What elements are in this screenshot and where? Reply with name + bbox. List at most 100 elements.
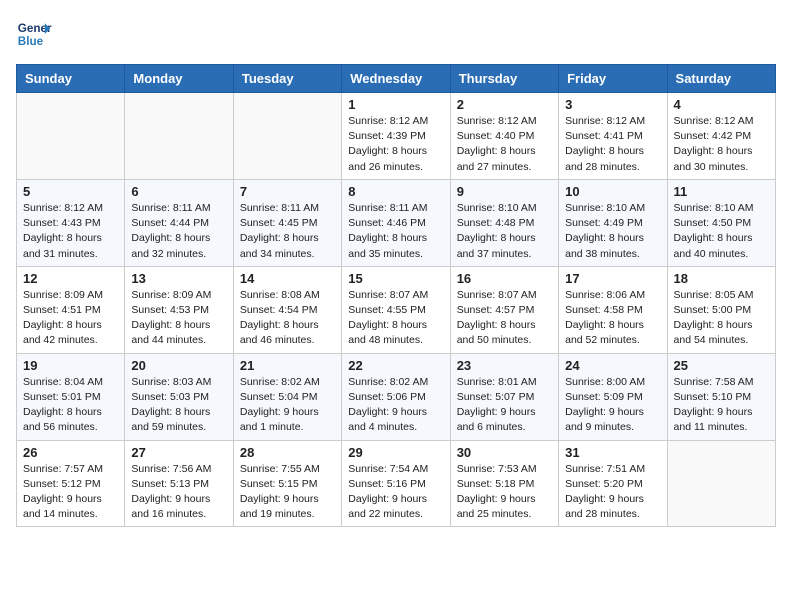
day-info: Sunrise: 8:10 AM Sunset: 4:50 PM Dayligh… — [674, 201, 769, 262]
day-info: Sunrise: 7:55 AM Sunset: 5:15 PM Dayligh… — [240, 462, 335, 523]
day-number: 26 — [23, 445, 118, 460]
day-info: Sunrise: 8:01 AM Sunset: 5:07 PM Dayligh… — [457, 375, 552, 436]
day-info: Sunrise: 8:12 AM Sunset: 4:39 PM Dayligh… — [348, 114, 443, 175]
day-info: Sunrise: 7:58 AM Sunset: 5:10 PM Dayligh… — [674, 375, 769, 436]
day-number: 20 — [131, 358, 226, 373]
day-info: Sunrise: 8:12 AM Sunset: 4:43 PM Dayligh… — [23, 201, 118, 262]
day-info: Sunrise: 7:51 AM Sunset: 5:20 PM Dayligh… — [565, 462, 660, 523]
day-info: Sunrise: 8:08 AM Sunset: 4:54 PM Dayligh… — [240, 288, 335, 349]
day-number: 27 — [131, 445, 226, 460]
calendar-week-3: 12 Sunrise: 8:09 AM Sunset: 4:51 PM Dayli… — [17, 266, 776, 353]
calendar-day-6: 6Sunrise: 8:11 AM Sunset: 4:44 PM Daylig… — [125, 179, 233, 266]
day-number: 11 — [674, 184, 769, 199]
day-info: Sunrise: 7:53 AM Sunset: 5:18 PM Dayligh… — [457, 462, 552, 523]
day-number: 25 — [674, 358, 769, 373]
calendar-week-5: 26 Sunrise: 7:57 AM Sunset: 5:12 PM Dayli… — [17, 440, 776, 527]
logo: General Blue — [16, 16, 52, 52]
day-info: Sunrise: 7:56 AM Sunset: 5:13 PM Dayligh… — [131, 462, 226, 523]
day-info: Sunrise: 8:05 AM Sunset: 5:00 PM Dayligh… — [674, 288, 769, 349]
day-number: 8 — [348, 184, 443, 199]
day-number: 13 — [131, 271, 226, 286]
day-number: 23 — [457, 358, 552, 373]
day-info: Sunrise: 8:07 AM Sunset: 4:55 PM Dayligh… — [348, 288, 443, 349]
logo-icon: General Blue — [16, 16, 52, 52]
calendar-day-1: 1 Sunrise: 8:12 AM Sunset: 4:39 PM Daylig… — [342, 93, 450, 180]
day-info: Sunrise: 8:12 AM Sunset: 4:40 PM Dayligh… — [457, 114, 552, 175]
svg-text:Blue: Blue — [18, 35, 44, 48]
calendar-day-24: 24 Sunrise: 8:00 AM Sunset: 5:09 PM Dayli… — [559, 353, 667, 440]
day-number: 30 — [457, 445, 552, 460]
calendar-day-30: 30 Sunrise: 7:53 AM Sunset: 5:18 PM Dayli… — [450, 440, 558, 527]
calendar-day-7: 7 Sunrise: 8:11 AM Sunset: 4:45 PM Daylig… — [233, 179, 341, 266]
day-info: Sunrise: 8:11 AM Sunset: 4:45 PM Dayligh… — [240, 201, 335, 262]
day-info: Sunrise: 8:11 AM Sunset: 4:46 PM Dayligh… — [348, 201, 443, 262]
calendar-day-9: 9 Sunrise: 8:10 AM Sunset: 4:48 PM Daylig… — [450, 179, 558, 266]
day-number: 21 — [240, 358, 335, 373]
calendar-day-20: 20 Sunrise: 8:03 AM Sunset: 5:03 PM Dayli… — [125, 353, 233, 440]
day-info: Sunrise: 8:11 AM Sunset: 4:44 PM Dayligh… — [131, 201, 226, 262]
day-number: 29 — [348, 445, 443, 460]
calendar-day-26: 26 Sunrise: 7:57 AM Sunset: 5:12 PM Dayli… — [17, 440, 125, 527]
calendar-day-2: 2 Sunrise: 8:12 AM Sunset: 4:40 PM Daylig… — [450, 93, 558, 180]
day-number: 15 — [348, 271, 443, 286]
calendar-day-25: 25 Sunrise: 7:58 AM Sunset: 5:10 PM Dayli… — [667, 353, 775, 440]
day-info: Sunrise: 8:07 AM Sunset: 4:57 PM Dayligh… — [457, 288, 552, 349]
calendar-day-31: 31 Sunrise: 7:51 AM Sunset: 5:20 PM Dayli… — [559, 440, 667, 527]
day-info: Sunrise: 8:10 AM Sunset: 4:48 PM Dayligh… — [457, 201, 552, 262]
calendar-day-8: 8 Sunrise: 8:11 AM Sunset: 4:46 PM Daylig… — [342, 179, 450, 266]
day-number: 9 — [457, 184, 552, 199]
empty-cell — [17, 93, 125, 180]
day-info: Sunrise: 8:09 AM Sunset: 4:51 PM Dayligh… — [23, 288, 118, 349]
calendar-day-17: 17 Sunrise: 8:06 AM Sunset: 4:58 PM Dayli… — [559, 266, 667, 353]
calendar-day-28: 28 Sunrise: 7:55 AM Sunset: 5:15 PM Dayli… — [233, 440, 341, 527]
day-info: Sunrise: 7:54 AM Sunset: 5:16 PM Dayligh… — [348, 462, 443, 523]
day-number: 31 — [565, 445, 660, 460]
calendar-day-18: 18 Sunrise: 8:05 AM Sunset: 5:00 PM Dayli… — [667, 266, 775, 353]
empty-cell — [233, 93, 341, 180]
day-info: Sunrise: 8:06 AM Sunset: 4:58 PM Dayligh… — [565, 288, 660, 349]
calendar-day-21: 21 Sunrise: 8:02 AM Sunset: 5:04 PM Dayli… — [233, 353, 341, 440]
weekday-header-tuesday: Tuesday — [233, 65, 341, 93]
day-number: 1 — [348, 97, 443, 112]
day-number: 24 — [565, 358, 660, 373]
calendar-table: SundayMondayTuesdayWednesdayThursdayFrid… — [16, 64, 776, 527]
day-number: 18 — [674, 271, 769, 286]
calendar-day-16: 16 Sunrise: 8:07 AM Sunset: 4:57 PM Dayli… — [450, 266, 558, 353]
calendar-day-19: 19 Sunrise: 8:04 AM Sunset: 5:01 PM Dayli… — [17, 353, 125, 440]
day-number: 14 — [240, 271, 335, 286]
calendar-day-4: 4 Sunrise: 8:12 AM Sunset: 4:42 PM Daylig… — [667, 93, 775, 180]
day-number: 28 — [240, 445, 335, 460]
day-number: 7 — [240, 184, 335, 199]
day-info: Sunrise: 8:09 AM Sunset: 4:53 PM Dayligh… — [131, 288, 226, 349]
day-number: 12 — [23, 271, 118, 286]
weekday-header-saturday: Saturday — [667, 65, 775, 93]
weekday-header-monday: Monday — [125, 65, 233, 93]
day-info: Sunrise: 8:04 AM Sunset: 5:01 PM Dayligh… — [23, 375, 118, 436]
day-number: 10 — [565, 184, 660, 199]
day-info: Sunrise: 8:03 AM Sunset: 5:03 PM Dayligh… — [131, 375, 226, 436]
calendar-day-14: 14 Sunrise: 8:08 AM Sunset: 4:54 PM Dayli… — [233, 266, 341, 353]
day-info: Sunrise: 8:12 AM Sunset: 4:42 PM Dayligh… — [674, 114, 769, 175]
day-info: Sunrise: 7:57 AM Sunset: 5:12 PM Dayligh… — [23, 462, 118, 523]
weekday-header-friday: Friday — [559, 65, 667, 93]
day-number: 2 — [457, 97, 552, 112]
day-info: Sunrise: 8:10 AM Sunset: 4:49 PM Dayligh… — [565, 201, 660, 262]
page-header: General Blue — [16, 16, 776, 52]
day-number: 19 — [23, 358, 118, 373]
calendar-day-3: 3Sunrise: 8:12 AM Sunset: 4:41 PM Daylig… — [559, 93, 667, 180]
day-number: 4 — [674, 97, 769, 112]
weekday-header-sunday: Sunday — [17, 65, 125, 93]
day-number: 17 — [565, 271, 660, 286]
empty-cell — [667, 440, 775, 527]
calendar-day-11: 11 Sunrise: 8:10 AM Sunset: 4:50 PM Dayli… — [667, 179, 775, 266]
calendar-day-13: 13 Sunrise: 8:09 AM Sunset: 4:53 PM Dayli… — [125, 266, 233, 353]
calendar-day-15: 15 Sunrise: 8:07 AM Sunset: 4:55 PM Dayli… — [342, 266, 450, 353]
day-info: Sunrise: 8:02 AM Sunset: 5:04 PM Dayligh… — [240, 375, 335, 436]
empty-cell — [125, 93, 233, 180]
calendar-day-27: 27 Sunrise: 7:56 AM Sunset: 5:13 PM Dayli… — [125, 440, 233, 527]
calendar-day-22: 22Sunrise: 8:02 AM Sunset: 5:06 PM Dayli… — [342, 353, 450, 440]
day-number: 3 — [565, 97, 660, 112]
day-info: Sunrise: 8:02 AM Sunset: 5:06 PM Dayligh… — [348, 375, 443, 436]
day-info: Sunrise: 8:00 AM Sunset: 5:09 PM Dayligh… — [565, 375, 660, 436]
day-number: 16 — [457, 271, 552, 286]
